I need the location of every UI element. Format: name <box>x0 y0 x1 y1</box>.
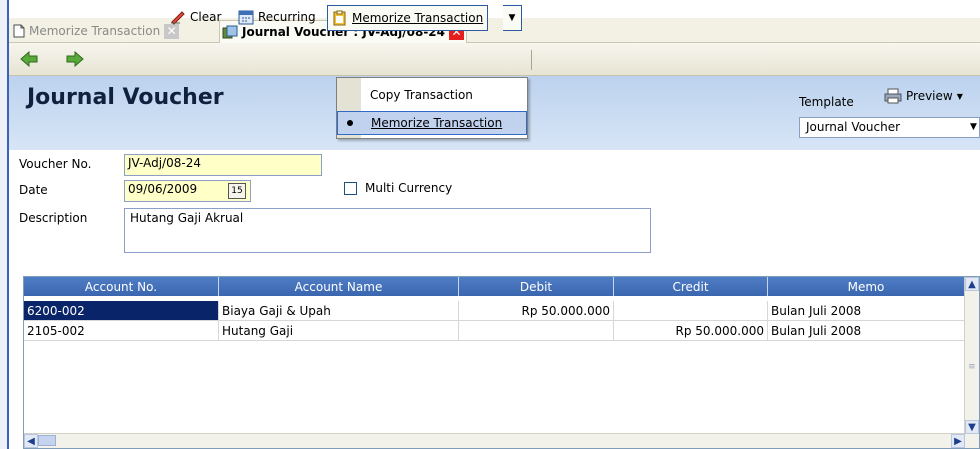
voucher-no-label: Voucher No. <box>19 157 92 171</box>
calendar-button[interactable]: 15 <box>228 183 246 199</box>
document-tab-strip: Memorize Transaction ✕ Journal Voucher :… <box>9 18 980 43</box>
cell-credit[interactable]: Rp 50.000.000 <box>614 321 768 341</box>
description-field[interactable]: Hutang Gaji Akrual <box>124 208 651 253</box>
scroll-right-icon[interactable]: ▶ <box>951 434 965 448</box>
menu-item-copy-transaction[interactable]: Copy Transaction <box>337 83 527 107</box>
scroll-grip-icon: ≡ <box>968 362 976 372</box>
page-title: Journal Voucher <box>27 85 224 110</box>
journal-icon <box>222 25 238 39</box>
description-value: Hutang Gaji Akrual <box>130 211 244 225</box>
printer-icon <box>884 88 902 104</box>
chevron-down-icon: ▼ <box>508 13 516 23</box>
clipboard-icon <box>333 10 346 26</box>
column-header-credit[interactable]: Credit <box>614 277 768 296</box>
date-value: 09/06/2009 <box>128 182 198 196</box>
voucher-no-value: JV-Adj/08-24 <box>128 156 201 170</box>
calendar-icon: 15 <box>231 186 243 196</box>
column-header-debit[interactable]: Debit <box>459 277 614 296</box>
scroll-thumb[interactable] <box>38 435 56 446</box>
memorize-transaction-button[interactable]: Memorize Transaction <box>327 5 489 31</box>
date-label: Date <box>19 183 48 197</box>
window-left-frame <box>0 0 9 449</box>
cell-debit[interactable]: Rp 50.000.000 <box>459 301 614 321</box>
cell-memo[interactable]: Bulan Juli 2008 <box>768 301 965 321</box>
bullet-icon <box>347 120 353 126</box>
preview-button[interactable]: Preview ▼ <box>884 88 963 104</box>
journal-grid: Account No. Account Name Debit Credit Me… <box>23 276 980 449</box>
column-header-memo[interactable]: Memo <box>768 277 965 296</box>
voucher-no-field[interactable]: JV-Adj/08-24 <box>124 154 322 176</box>
multi-currency-label: Multi Currency <box>365 181 453 195</box>
template-value: Journal Voucher <box>806 120 901 134</box>
preview-label: Preview <box>906 89 953 103</box>
memorize-dropdown-button[interactable]: ▼ <box>503 5 522 31</box>
scroll-up-icon[interactable]: ▲ <box>965 277 979 291</box>
back-arrow-icon[interactable] <box>20 51 38 67</box>
clear-button[interactable]: Clear <box>170 7 221 27</box>
toolbar <box>9 43 980 76</box>
recurring-label: Recurring <box>258 10 316 24</box>
document-icon <box>13 24 25 38</box>
forward-arrow-icon[interactable] <box>66 51 84 67</box>
cell-credit[interactable] <box>614 301 768 321</box>
cell-memo[interactable]: Bulan Juli 2008 <box>768 321 965 341</box>
multi-currency-checkbox[interactable] <box>344 182 357 195</box>
cell-account-name[interactable]: Hutang Gaji <box>219 321 459 341</box>
clear-label: Clear <box>190 10 222 24</box>
column-header-account-name[interactable]: Account Name <box>219 277 459 296</box>
menu-item-label: Memorize Transaction <box>371 116 503 130</box>
horizontal-scrollbar[interactable]: ◀ ▶ <box>24 433 965 448</box>
template-label: Template <box>799 95 854 109</box>
cell-account-name[interactable]: Biaya Gaji & Upah <box>219 301 459 321</box>
memorize-dropdown-menu: Copy Transaction Memorize Transaction <box>336 77 528 139</box>
scroll-left-icon[interactable]: ◀ <box>24 434 38 448</box>
eraser-icon <box>171 11 185 25</box>
scroll-down-icon[interactable]: ▼ <box>965 420 979 434</box>
menu-item-memorize-transaction[interactable]: Memorize Transaction <box>337 111 527 135</box>
template-select[interactable]: Journal Voucher <box>799 117 980 138</box>
tab-memorize-transaction[interactable]: Memorize Transaction ✕ <box>13 20 180 42</box>
vertical-scrollbar[interactable]: ▲ ≡ ▼ <box>964 277 979 448</box>
column-header-account-no[interactable]: Account No. <box>24 277 219 296</box>
chevron-down-icon: ▼ <box>956 91 963 101</box>
tab-label: Memorize Transaction <box>29 24 161 38</box>
cell-account-no[interactable]: 6200-002 <box>24 301 219 321</box>
cell-account-no[interactable]: 2105-002 <box>24 321 219 341</box>
memorize-label: Memorize Transaction <box>352 11 484 25</box>
toolbar-divider <box>531 50 532 70</box>
menu-item-label: Copy Transaction <box>370 88 473 102</box>
calendar-icon <box>238 10 254 25</box>
recurring-button[interactable]: Recurring <box>238 7 316 27</box>
description-label: Description <box>19 211 88 225</box>
chevron-down-icon[interactable]: ▼ <box>970 122 977 132</box>
cell-debit[interactable] <box>459 321 614 341</box>
